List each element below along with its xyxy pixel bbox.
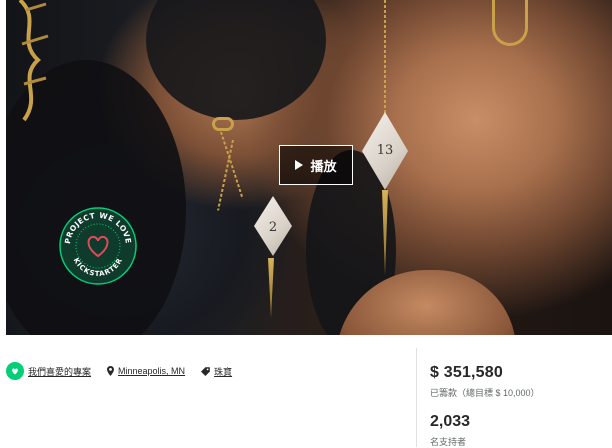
kickstarter-logo-icon <box>6 362 24 380</box>
project-video[interactable]: 2 13 播放 PROJECT WE LOVE KICKSTARTER <box>6 0 612 335</box>
funding-stats: $ 351,580 已籌款（總目標 $ 10,000） 2,033 名支持者 <box>430 364 540 448</box>
column-divider <box>416 348 417 447</box>
category-label: 珠寶 <box>214 366 233 377</box>
backers-count: 2,033 <box>430 413 471 430</box>
pledged-goal-text: 已籌款（總目標 $ 10,000） <box>430 388 540 398</box>
gold-ornament <box>18 0 49 122</box>
location-pin-icon <box>107 366 115 376</box>
location-link[interactable]: Minneapolis, MN <box>107 366 185 376</box>
pledged-amount: $ 351,580 <box>430 364 503 381</box>
location-label: Minneapolis, MN <box>118 366 186 376</box>
ear-cuff <box>212 117 234 131</box>
project-we-love-label: 我們喜愛的專案 <box>28 366 92 377</box>
d20-die: 2 <box>254 196 292 256</box>
earring-chain <box>384 0 386 118</box>
project-we-love-badge: PROJECT WE LOVE KICKSTARTER <box>59 207 137 285</box>
category-link[interactable]: 珠寶 <box>201 365 232 378</box>
project-meta: 我們喜愛的專案 Minneapolis, MN 珠寶 <box>6 362 232 380</box>
project-we-love-link[interactable]: 我們喜愛的專案 <box>6 362 91 380</box>
play-button[interactable]: 播放 <box>279 145 353 185</box>
backers-label: 名支持者 <box>430 437 467 447</box>
hair-shape <box>146 0 326 120</box>
earring-spike <box>268 258 274 318</box>
tag-icon <box>201 366 210 376</box>
glasses <box>492 0 528 46</box>
die-number: 13 <box>376 143 394 159</box>
play-icon <box>295 160 304 170</box>
play-label: 播放 <box>310 158 337 174</box>
die-number: 2 <box>268 220 278 235</box>
